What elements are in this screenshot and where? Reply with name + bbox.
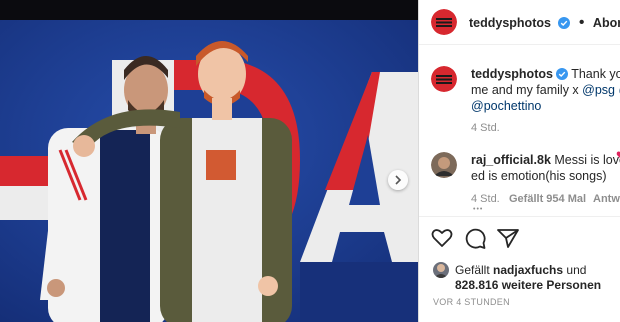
- next-image-button[interactable]: [388, 170, 408, 190]
- comment-more[interactable]: •••: [473, 206, 483, 213]
- post-photo[interactable]: [0, 0, 418, 322]
- likes-user[interactable]: nadjaxfuchs: [493, 263, 563, 277]
- likes-line-1: Gefällt nadjaxfuchs und: [455, 263, 586, 277]
- liker-avatar[interactable]: [433, 262, 449, 278]
- post-sidebar: teddysphotos • Abonnieren teddysphotos T…: [418, 0, 620, 322]
- chevron-right-icon: [395, 175, 402, 185]
- caption-time: 4 Std.: [471, 122, 500, 134]
- post-header: teddysphotos • Abonnieren: [419, 0, 620, 45]
- caption-mention-psg[interactable]: @psg: [582, 83, 615, 97]
- heart-icon[interactable]: [431, 228, 453, 248]
- red-heart-emoji-icon: [616, 151, 620, 158]
- commenter-avatar[interactable]: [431, 152, 457, 178]
- photo-scene: [0, 20, 418, 322]
- caption-mention-pochettino[interactable]: @pochettino: [471, 99, 541, 113]
- likes-middle: und: [566, 263, 587, 277]
- author-username[interactable]: teddysphotos: [469, 16, 551, 30]
- caption-author[interactable]: teddysphotos: [471, 67, 553, 81]
- caption-line-3: @pochettino: [471, 98, 541, 114]
- comment-author[interactable]: raj_official.8k: [471, 153, 551, 167]
- author-avatar[interactable]: [431, 9, 457, 35]
- comment-text-2: ed is emotion(his songs): [471, 169, 607, 183]
- comment-text-1: Messi is love: [554, 153, 620, 167]
- verified-badge-icon: [555, 68, 568, 80]
- verified-badge-icon: [558, 17, 571, 29]
- comment-likes[interactable]: Gefällt 954 Mal: [509, 193, 586, 205]
- caption-text-2: me and my family x: [471, 83, 579, 97]
- actions-divider: [419, 216, 620, 217]
- follow-button[interactable]: Abonnieren: [593, 16, 620, 30]
- caption-line-2: me and my family x @psg @: [471, 82, 620, 98]
- likes-prefix: Gefällt: [455, 263, 490, 277]
- comment-line-2: ed is emotion(his songs): [471, 168, 606, 184]
- comment-reply-button[interactable]: Antwo: [593, 193, 620, 205]
- comment-time: 4 Std.: [471, 193, 500, 205]
- posted-ago[interactable]: VOR 4 STUNDEN: [433, 297, 510, 307]
- likes-count[interactable]: 828.816 weitere Personen: [455, 278, 601, 292]
- caption-author-avatar[interactable]: [431, 66, 457, 92]
- header-separator: •: [578, 14, 585, 31]
- photo-top-bar: [0, 0, 418, 20]
- caption-text-1: Thank you: [571, 67, 620, 81]
- paper-plane-icon[interactable]: [497, 228, 519, 248]
- caption-line-1: teddysphotos Thank you: [471, 66, 620, 82]
- comment-bubble-icon[interactable]: [464, 228, 486, 250]
- comment-line-1: raj_official.8k Messi is love: [471, 152, 620, 168]
